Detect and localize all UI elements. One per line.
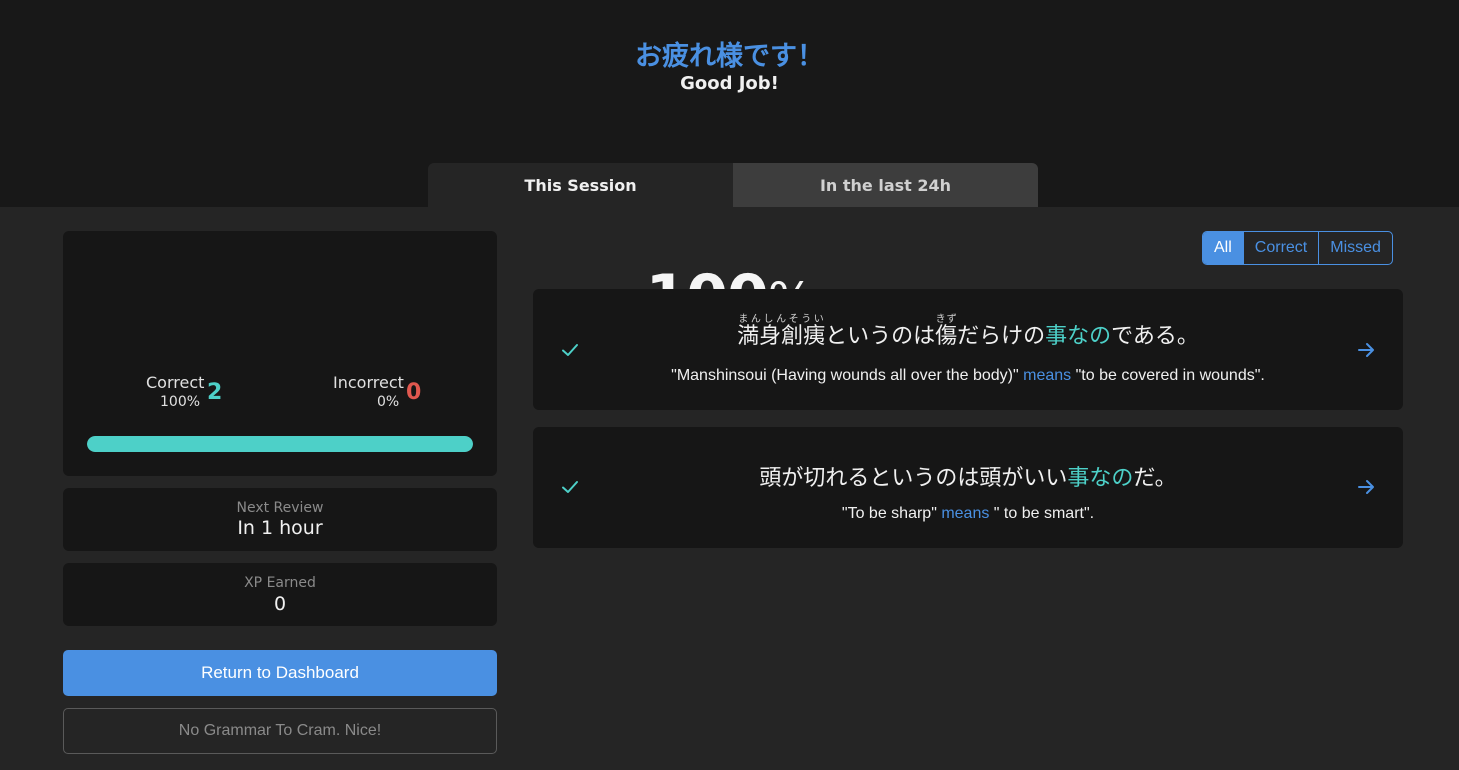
incorrect-percent: 0% [377, 394, 400, 410]
means-highlight: means [1023, 367, 1072, 384]
return-to-dashboard-button[interactable]: Return to Dashboard [63, 650, 497, 696]
review-item[interactable]: 満身創痍まんしんそういというのは傷きずだらけの事なのである。 "Manshins… [533, 289, 1403, 410]
accuracy-progress-bar [87, 436, 473, 452]
incorrect-label: Incorrect [333, 373, 404, 392]
incorrect-count: 0 [406, 380, 422, 405]
page-title-english: Good Job! [680, 73, 779, 94]
next-review-value: In 1 hour [237, 517, 323, 539]
correct-percent: 100% [160, 394, 201, 410]
grammar-highlight: 事なの [1045, 324, 1112, 349]
next-review-label: Next Review [236, 500, 324, 516]
ruby-word: 満身創痍まんしんそうい [737, 314, 826, 349]
filter-correct[interactable]: Correct [1244, 232, 1320, 264]
page-title-japanese: お疲れ様です！ [635, 41, 824, 72]
accuracy-progress-fill [87, 436, 473, 452]
review-sentence: 頭が切れるというのは頭がいい事なのだ。 [759, 466, 1177, 491]
tab-last-24h[interactable]: In the last 24h [733, 163, 1038, 207]
review-filter: All Correct Missed [1202, 231, 1393, 265]
arrow-right-icon[interactable] [1356, 477, 1376, 497]
correct-count: 2 [207, 380, 223, 405]
review-item[interactable]: 頭が切れるというのは頭がいい事なのだ。 "To be sharp" means … [533, 427, 1403, 548]
review-translation: "To be sharp" means " to be smart". [841, 505, 1095, 522]
xp-value: 0 [273, 593, 287, 615]
arrow-right-icon[interactable] [1356, 340, 1376, 360]
review-translation: "Manshinsoui (Having wounds all over the… [671, 367, 1265, 384]
header: お疲れ様です！ Good Job! This Session In the la… [0, 0, 1459, 207]
xp-label: XP Earned [244, 575, 316, 591]
ruby-word: 傷きず [935, 314, 958, 349]
review-sentence: 満身創痍まんしんそういというのは傷きずだらけの事なのである。 [737, 314, 1199, 349]
grammar-highlight: 事なの [1067, 466, 1134, 491]
tab-this-session[interactable]: This Session [428, 163, 733, 207]
means-highlight: means [941, 505, 990, 522]
filter-missed[interactable]: Missed [1319, 232, 1392, 264]
correct-label: Correct [146, 373, 205, 392]
cram-button[interactable]: No Grammar To Cram. Nice! [63, 708, 497, 754]
filter-all[interactable]: All [1203, 232, 1244, 264]
